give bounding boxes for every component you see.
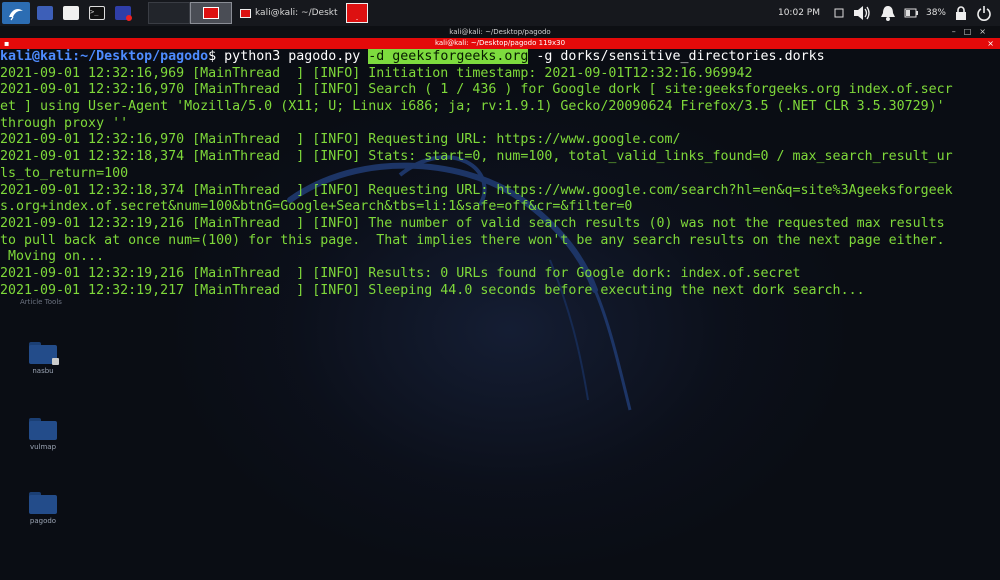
log-line: ls_to_return=100 xyxy=(0,165,129,181)
clock[interactable]: 10:02 PM xyxy=(778,8,820,18)
command-prompt-line: kali@kali:~/Desktop/pagodo$ python3 pago… xyxy=(0,49,1000,66)
tab-menu-icon[interactable]: ▪ xyxy=(4,38,9,49)
terminal-output[interactable]: kali@kali:~/Desktop/pagodo$ python3 pago… xyxy=(0,49,1000,562)
prompt-symbol: $ xyxy=(208,49,217,64)
notification-icon[interactable] xyxy=(880,4,896,22)
workspace-icon[interactable] xyxy=(34,2,56,24)
kali-menu-icon[interactable] xyxy=(2,2,30,24)
top-panel: >_ kali@kali: ~/Desktop/pa... . 10:02 PM… xyxy=(0,0,1000,27)
power-icon[interactable] xyxy=(976,5,992,21)
terminal-icon[interactable]: >_ xyxy=(86,2,108,24)
log-line: through proxy '' xyxy=(0,115,129,131)
log-line: 2021-09-01 12:32:16,969 [MainThread ] [I… xyxy=(0,65,753,81)
command-text-pre: python3 pagodo.py xyxy=(216,49,369,64)
log-line: et ] using User-Agent 'Mozilla/5.0 (X11;… xyxy=(0,99,945,115)
log-line: Moving on... xyxy=(0,249,105,265)
tab-close-icon[interactable]: × xyxy=(987,38,994,49)
lock-icon[interactable] xyxy=(954,5,968,21)
command-highlight: -d geeksforgeeks.org xyxy=(368,49,529,64)
log-line: 2021-09-01 12:32:19,217 [MainThread ] [I… xyxy=(0,282,865,298)
minimize-icon[interactable]: – xyxy=(952,27,964,36)
network-icon[interactable] xyxy=(834,8,844,18)
folder-icon[interactable] xyxy=(60,2,82,24)
tab-title: kali@kali: ~/Desktop/pagodo 119x30 xyxy=(434,39,566,47)
battery-icon[interactable] xyxy=(904,8,918,18)
system-tray: 10:02 PM 38% xyxy=(778,0,1000,26)
log-line: 2021-09-01 12:32:18,374 [MainThread ] [I… xyxy=(0,149,953,165)
workspace-switcher[interactable] xyxy=(148,2,232,24)
window-title: kali@kali: ~/Desktop/pagodo xyxy=(449,28,551,36)
volume-icon[interactable] xyxy=(852,4,872,22)
prompt-path: :~/Desktop/pagodo xyxy=(72,49,209,64)
terminal-tab[interactable]: ▪ kali@kali: ~/Desktop/pagodo 119x30 × xyxy=(0,38,1000,49)
log-line: 2021-09-01 12:32:16,970 [MainThread ] [I… xyxy=(0,132,681,148)
maximize-icon[interactable]: □ xyxy=(964,27,980,36)
log-line: s.org+index.of.secret&num=100&btnG=Googl… xyxy=(0,199,633,215)
log-line: 2021-09-01 12:32:16,970 [MainThread ] [I… xyxy=(0,82,953,98)
window-titlebar[interactable]: kali@kali: ~/Desktop/pagodo –□× xyxy=(0,26,1000,38)
log-line: 2021-09-01 12:32:18,374 [MainThread ] [I… xyxy=(0,182,953,198)
window-controls[interactable]: –□× xyxy=(952,26,994,38)
terminal-window-icon xyxy=(240,8,251,18)
battery-percent: 38% xyxy=(925,8,946,18)
taskbar-second-window[interactable]: . xyxy=(346,3,368,23)
taskbar-terminal-task[interactable]: kali@kali: ~/Desktop/pa... xyxy=(238,2,338,24)
close-icon[interactable]: × xyxy=(979,27,994,36)
task-title: kali@kali: ~/Desktop/pa... xyxy=(255,8,338,18)
log-line: 2021-09-01 12:32:19,216 [MainThread ] [I… xyxy=(0,265,801,281)
log-line: to pull back at once num=(100) for this … xyxy=(0,232,945,248)
command-text-post: -g dorks/sensitive_directories.dorks xyxy=(528,49,825,64)
workspace-2[interactable] xyxy=(190,2,232,24)
prompt-user: kali@kali xyxy=(0,49,73,64)
workspace-1[interactable] xyxy=(148,2,190,24)
screen-recorder-icon[interactable] xyxy=(112,2,134,24)
log-line: 2021-09-01 12:32:19,216 [MainThread ] [I… xyxy=(0,215,945,231)
